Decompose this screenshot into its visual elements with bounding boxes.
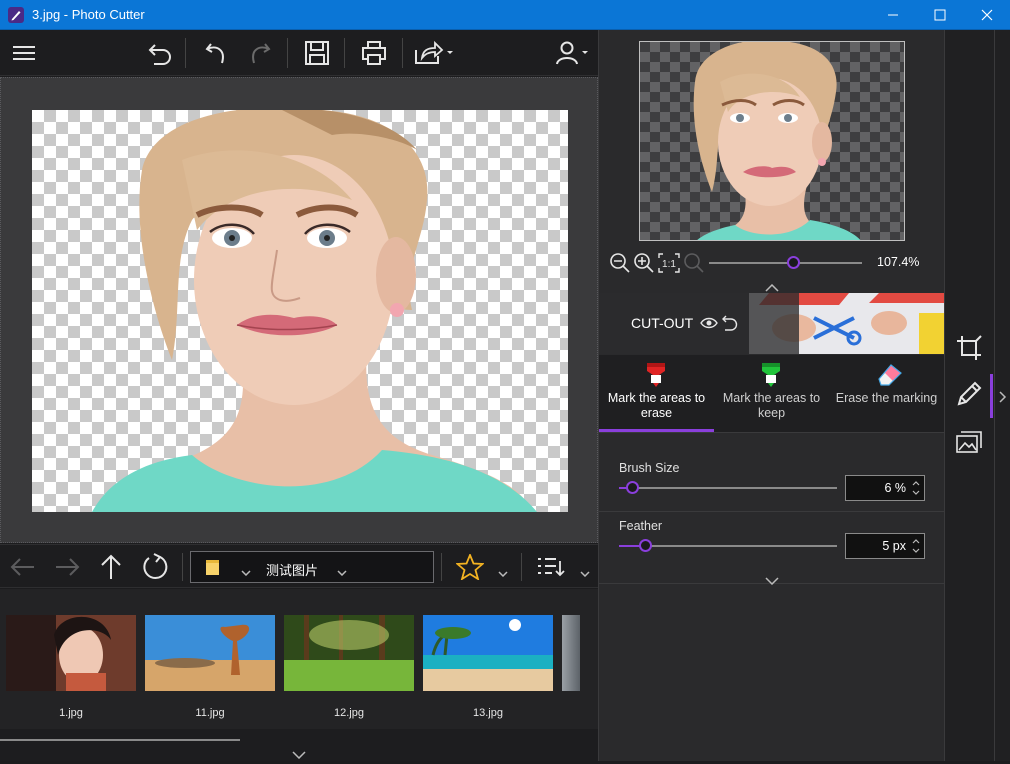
chevron-down-icon[interactable]: [498, 564, 508, 582]
folder-dropdown[interactable]: 测试图片: [190, 551, 434, 583]
tool-sidebar: [944, 30, 1010, 761]
image-icon[interactable]: [955, 430, 983, 461]
photo-cutter-pen-icon: [8, 7, 24, 23]
zoom-fit-icon[interactable]: [683, 252, 705, 279]
zoom-out-icon[interactable]: [609, 252, 631, 279]
pencil-icon[interactable]: [955, 380, 983, 413]
thumbnail-label: 12.jpg: [334, 707, 364, 719]
chevron-down-icon: [241, 563, 251, 581]
strip-footer: [0, 729, 598, 761]
chevron-down-icon: [337, 563, 347, 581]
feather-value: 5 px: [882, 539, 906, 553]
brush-size-track[interactable]: [619, 487, 837, 489]
svg-text:1:1: 1:1: [662, 259, 676, 270]
save-icon[interactable]: [299, 30, 335, 76]
feather-input[interactable]: 5 px: [845, 533, 925, 559]
print-icon[interactable]: [356, 30, 392, 76]
reset-icon[interactable]: [721, 314, 739, 337]
horizontal-scrollbar[interactable]: [0, 739, 240, 741]
maximize-button[interactable]: [917, 0, 963, 30]
thumbnail-image[interactable]: [6, 615, 136, 691]
title-bar: 3.jpg - Photo Cutter: [0, 0, 1010, 30]
folder-name: 测试图片: [266, 563, 319, 578]
eye-icon[interactable]: [700, 315, 718, 336]
chevron-down-icon[interactable]: [765, 572, 779, 590]
image-canvas[interactable]: [0, 77, 598, 543]
zoom-value: 107.4%: [877, 255, 920, 269]
navigation-bar: 测试图片: [0, 544, 598, 588]
folder-icon: [205, 558, 221, 581]
thumbnail-image[interactable]: [562, 615, 580, 691]
mode-label: Mark the areas to keep: [722, 391, 821, 420]
thumbnail-label: 1.jpg: [59, 707, 83, 719]
zoom-controls: 1:1 107.4%: [599, 248, 945, 278]
zoom-slider-track[interactable]: [709, 262, 862, 264]
zoom-slider-thumb[interactable]: [787, 256, 801, 269]
feather-label: Feather: [619, 519, 663, 533]
thumbnail-strip: 1.jpg 11.jpg 12.jpg 13.jpg: [0, 589, 598, 729]
cutout-image[interactable]: [32, 110, 568, 512]
back-arrow-icon[interactable]: [8, 553, 38, 581]
thumbnail-label: 11.jpg: [195, 707, 225, 719]
active-tool-indicator: [990, 374, 993, 418]
undo-all-icon[interactable]: [142, 30, 178, 76]
star-icon[interactable]: [455, 552, 485, 581]
brush-size-input[interactable]: 6 %: [845, 475, 925, 501]
crop-icon[interactable]: [955, 334, 983, 367]
zoom-in-icon[interactable]: [633, 252, 655, 279]
mode-label: Erase the marking: [835, 391, 938, 405]
mode-mark-keep[interactable]: Mark the areas to keep: [714, 355, 829, 433]
brush-size-thumb[interactable]: [626, 481, 640, 494]
chevron-right-icon[interactable]: [999, 390, 1007, 408]
redo-icon[interactable]: [242, 30, 278, 76]
feather-thumb[interactable]: [639, 539, 653, 552]
up-arrow-icon[interactable]: [96, 553, 126, 581]
brush-size-label: Brush Size: [619, 461, 680, 475]
cutout-title: CUT-OUT: [631, 315, 694, 331]
brush-size-control: Brush Size 6 %: [599, 454, 945, 512]
close-button[interactable]: [964, 0, 1010, 30]
mode-mark-erase[interactable]: Mark the areas to erase: [599, 355, 714, 433]
minimize-button[interactable]: [870, 0, 916, 30]
actual-size-icon[interactable]: 1:1: [657, 252, 681, 279]
cutout-header: CUT-OUT: [599, 293, 945, 354]
properties-panel: 1:1 107.4% CUT-OUT Mark the areas to era…: [598, 30, 945, 761]
thumbnail-image[interactable]: [284, 615, 414, 691]
forward-arrow-icon[interactable]: [52, 553, 82, 581]
user-icon[interactable]: [554, 30, 592, 76]
window-title: 3.jpg - Photo Cutter: [32, 7, 145, 22]
thumbnail-image[interactable]: [423, 615, 553, 691]
mode-label: Mark the areas to erase: [607, 391, 706, 420]
menu-icon[interactable]: [8, 30, 40, 76]
refresh-icon[interactable]: [140, 553, 170, 581]
undo-icon[interactable]: [198, 30, 234, 76]
share-icon[interactable]: [412, 30, 456, 76]
chevron-down-icon[interactable]: [292, 746, 306, 764]
thumbnail-label: 13.jpg: [473, 707, 503, 719]
preview-image[interactable]: [639, 41, 905, 241]
mode-erase-marking[interactable]: Erase the marking: [829, 355, 944, 433]
brush-mode-tabs: Mark the areas to erase Mark the areas t…: [599, 355, 945, 433]
main-toolbar: [0, 30, 598, 76]
brush-size-value: 6 %: [884, 481, 906, 495]
thumbnail-image[interactable]: [145, 615, 275, 691]
feather-control: Feather 5 px: [599, 512, 945, 586]
active-tab-indicator: [599, 429, 714, 432]
sort-icon[interactable]: [536, 555, 566, 581]
chevron-down-icon[interactable]: [580, 564, 590, 582]
